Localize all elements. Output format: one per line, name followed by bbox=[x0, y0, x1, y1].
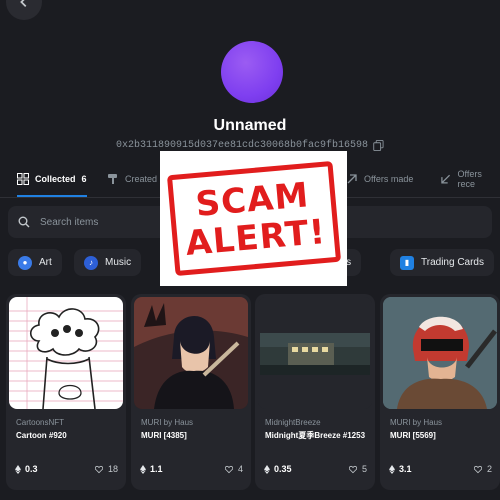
ethereum-icon bbox=[140, 464, 146, 474]
heart-icon bbox=[473, 465, 482, 473]
card-price: 0.3 bbox=[14, 464, 38, 474]
arrow-up-right-icon bbox=[347, 173, 357, 183]
tab-offers-received-label: Offers rece bbox=[457, 168, 482, 189]
nft-card[interactable]: CartoonsNFT Cartoon #920 0.3 18 bbox=[6, 294, 126, 490]
card-likes-count: 2 bbox=[486, 464, 492, 474]
card-likes[interactable]: 5 bbox=[348, 464, 367, 474]
ethereum-icon bbox=[389, 464, 395, 474]
nft-image-midnight-breeze[interactable] bbox=[258, 297, 372, 409]
category-chip-trading-cards-label: Trading Cards bbox=[421, 257, 484, 268]
heart-icon bbox=[348, 465, 357, 473]
scam-alert-overlay: SCAM ALERT! bbox=[160, 151, 347, 286]
grid-icon bbox=[17, 172, 29, 185]
ethereum-icon bbox=[15, 464, 21, 474]
music-icon: ♪ bbox=[84, 255, 98, 270]
category-chip-music-label: Music bbox=[105, 257, 132, 268]
card-collection-name: MidnightBreeze bbox=[265, 418, 321, 427]
card-price-value: 0.35 bbox=[274, 464, 292, 474]
tab-collected-count: 6 bbox=[81, 173, 87, 184]
card-price-value: 3.1 bbox=[399, 464, 412, 474]
tab-created[interactable]: Created bbox=[107, 160, 157, 197]
ethereum-icon bbox=[264, 464, 270, 474]
tab-collected-label: Collected bbox=[35, 173, 76, 184]
wallet-address-row: 0x2b311890915d037ee81cdc30068b0fac9fb165… bbox=[0, 140, 500, 151]
nft-card[interactable]: MURI by Haus MURI [4385] 1.1 4 bbox=[131, 294, 251, 490]
card-likes[interactable]: 2 bbox=[473, 464, 492, 474]
scam-alert-stamp: SCAM ALERT! bbox=[166, 160, 341, 277]
card-likes-count: 18 bbox=[107, 464, 118, 474]
nft-card[interactable]: MidnightBreeze Midnight夏季Breeze #1253 0.… bbox=[255, 294, 375, 490]
nft-image-muri-4385[interactable] bbox=[134, 297, 248, 409]
category-chip-music[interactable]: ♪ Music bbox=[74, 249, 142, 276]
tab-offers-made-label: Offers made bbox=[364, 173, 414, 184]
card-item-name: MURI [5569] bbox=[390, 431, 436, 440]
tab-offers-made[interactable]: Offers made bbox=[346, 160, 413, 197]
card-item-name: Midnight夏季Breeze #1253 bbox=[265, 431, 366, 440]
card-collection-name: MURI by Haus bbox=[141, 418, 194, 427]
arrow-down-left-icon bbox=[441, 174, 451, 183]
palette-icon: ● bbox=[18, 255, 32, 270]
card-likes[interactable]: 4 bbox=[224, 464, 243, 474]
profile-name: Unnamed bbox=[213, 117, 287, 134]
card-likes[interactable]: 18 bbox=[94, 464, 118, 474]
nft-card[interactable]: MURI by Haus MURI [5569] 3.1 2 bbox=[380, 294, 500, 490]
card-likes-count: 5 bbox=[361, 464, 367, 474]
nft-image-cartoon[interactable] bbox=[9, 297, 123, 409]
search-icon bbox=[18, 216, 30, 228]
card-price: 1.1 bbox=[139, 464, 163, 474]
wallet-address[interactable]: 0x2b311890915d037ee81cdc30068b0fac9fb165… bbox=[116, 140, 368, 151]
category-chip-trading-cards[interactable]: ▮ Trading Cards bbox=[390, 249, 494, 276]
tab-offers-received[interactable]: Offers rece bbox=[440, 160, 500, 197]
category-chip-art-label: Art bbox=[39, 257, 52, 268]
nft-image-muri-5569[interactable] bbox=[383, 297, 497, 409]
heart-icon bbox=[224, 465, 233, 473]
card-item-name: MURI [4385] bbox=[141, 431, 187, 440]
card-icon: ▮ bbox=[400, 255, 414, 270]
avatar[interactable] bbox=[221, 41, 283, 103]
card-price-value: 1.1 bbox=[150, 464, 163, 474]
card-price: 0.35 bbox=[263, 464, 292, 474]
card-item-name: Cartoon #920 bbox=[16, 431, 67, 440]
card-likes-count: 4 bbox=[237, 464, 243, 474]
copy-icon[interactable] bbox=[373, 140, 384, 151]
brush-icon bbox=[108, 173, 117, 184]
card-price: 3.1 bbox=[388, 464, 412, 474]
card-price-value: 0.3 bbox=[25, 464, 38, 474]
heart-icon bbox=[94, 465, 103, 473]
category-chip-art[interactable]: ● Art bbox=[8, 249, 62, 276]
back-button[interactable] bbox=[6, 0, 42, 20]
card-collection-name: CartoonsNFT bbox=[16, 418, 65, 427]
tab-collected[interactable]: Collected 6 bbox=[17, 160, 87, 197]
card-collection-name: MURI by Haus bbox=[390, 418, 443, 427]
tab-created-label: Created bbox=[125, 173, 158, 184]
arrow-left-icon bbox=[20, 0, 27, 7]
